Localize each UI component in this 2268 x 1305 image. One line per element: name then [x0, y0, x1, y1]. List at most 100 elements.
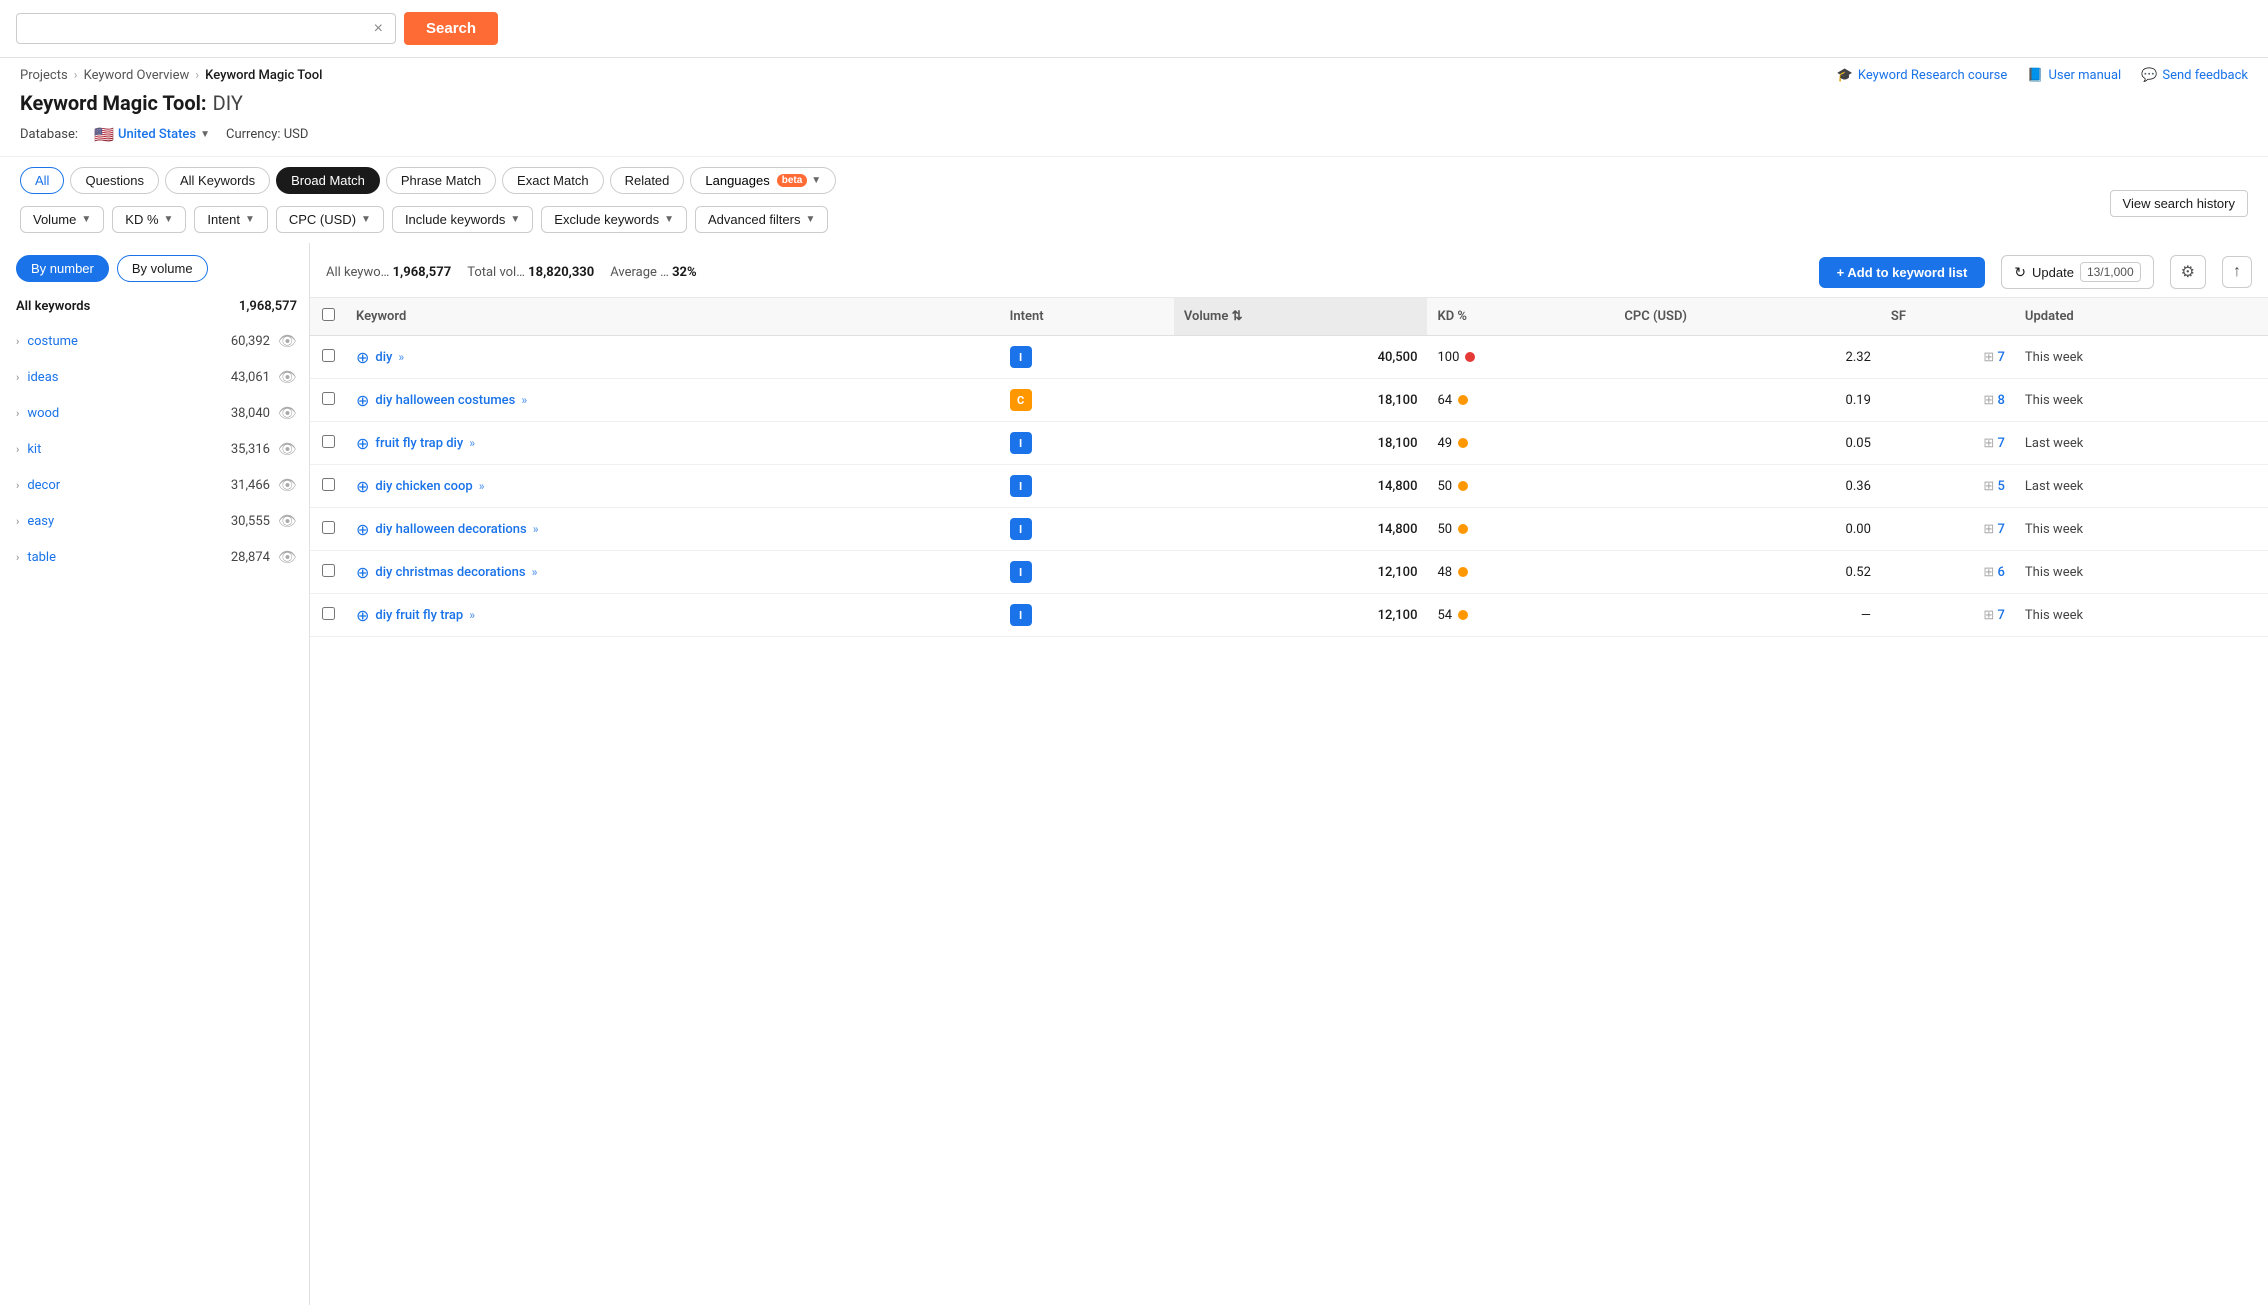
- settings-button[interactable]: ⚙: [2170, 255, 2206, 289]
- sf-value[interactable]: 7: [1998, 608, 2005, 623]
- keyword-link[interactable]: diy halloween decorations: [375, 522, 526, 537]
- export-button[interactable]: ↑: [2222, 256, 2252, 288]
- sort-by-volume-button[interactable]: By volume: [117, 255, 208, 282]
- volume-filter[interactable]: Volume ▼: [20, 206, 104, 233]
- sf-value[interactable]: 8: [1998, 393, 2005, 408]
- row-checkbox[interactable]: [322, 478, 335, 491]
- sidebar-item[interactable]: › table 28,874 👁: [0, 539, 309, 575]
- view-history-button[interactable]: View search history: [2110, 190, 2248, 217]
- add-keyword-icon[interactable]: ⊕: [356, 606, 369, 625]
- tab-all[interactable]: All: [20, 167, 64, 194]
- th-sf[interactable]: SF: [1881, 298, 2015, 336]
- tab-exact-match[interactable]: Exact Match: [502, 167, 604, 194]
- expand-keyword-icon[interactable]: »: [479, 479, 485, 493]
- database-selector[interactable]: 🇺🇸 United States ▼: [94, 125, 210, 144]
- add-keyword-icon[interactable]: ⊕: [356, 391, 369, 410]
- tab-phrase-match[interactable]: Phrase Match: [386, 167, 496, 194]
- sf-value[interactable]: 7: [1998, 522, 2005, 537]
- sf-screenshot-icon[interactable]: ⊞: [1983, 565, 1994, 580]
- sf-screenshot-icon[interactable]: ⊞: [1983, 479, 1994, 494]
- languages-button[interactable]: Languages beta ▼: [690, 167, 836, 194]
- expand-keyword-icon[interactable]: »: [532, 565, 538, 579]
- manual-link[interactable]: 📘 User manual: [2027, 68, 2121, 83]
- keyword-link[interactable]: fruit fly trap diy: [375, 436, 463, 451]
- eye-icon[interactable]: 👁: [278, 368, 297, 386]
- eye-icon[interactable]: 👁: [278, 476, 297, 494]
- th-updated[interactable]: Updated: [2015, 298, 2268, 336]
- sf-screenshot-icon[interactable]: ⊞: [1983, 522, 1994, 537]
- add-to-keyword-list-button[interactable]: + Add to keyword list: [1819, 257, 1986, 288]
- expand-keyword-icon[interactable]: »: [469, 436, 475, 450]
- sf-value[interactable]: 7: [1998, 436, 2005, 451]
- advanced-filters-button[interactable]: Advanced filters ▼: [695, 206, 828, 233]
- breadcrumb-projects[interactable]: Projects: [20, 68, 68, 83]
- add-keyword-icon[interactable]: ⊕: [356, 563, 369, 582]
- row-checkbox[interactable]: [322, 392, 335, 405]
- sort-by-number-button[interactable]: By number: [16, 255, 109, 282]
- breadcrumb-keyword-overview[interactable]: Keyword Overview: [84, 68, 190, 83]
- exclude-keywords-filter[interactable]: Exclude keywords ▼: [541, 206, 687, 233]
- tab-all-keywords[interactable]: All Keywords: [165, 167, 270, 194]
- volume-cell: 18,100: [1174, 379, 1428, 422]
- search-button[interactable]: Search: [404, 12, 498, 45]
- keyword-link[interactable]: diy: [375, 350, 392, 365]
- th-intent[interactable]: Intent: [1000, 298, 1174, 336]
- th-volume[interactable]: Volume ⇅: [1174, 298, 1428, 336]
- kd-filter[interactable]: KD % ▼: [112, 206, 186, 233]
- add-keyword-icon[interactable]: ⊕: [356, 520, 369, 539]
- sf-value[interactable]: 7: [1998, 350, 2005, 365]
- th-kd[interactable]: KD %: [1427, 298, 1614, 336]
- expand-keyword-icon[interactable]: »: [398, 350, 404, 364]
- cpc-filter[interactable]: CPC (USD) ▼: [276, 206, 384, 233]
- eye-icon[interactable]: 👁: [278, 512, 297, 530]
- keyword-link[interactable]: diy chicken coop: [375, 479, 472, 494]
- tab-broad-match[interactable]: Broad Match: [276, 167, 380, 194]
- keyword-link[interactable]: diy fruit fly trap: [375, 608, 463, 623]
- sf-screenshot-icon[interactable]: ⊞: [1983, 436, 1994, 451]
- eye-icon[interactable]: 👁: [278, 548, 297, 566]
- expand-keyword-icon[interactable]: »: [521, 393, 527, 407]
- select-all-checkbox[interactable]: [322, 308, 335, 321]
- th-keyword[interactable]: Keyword: [346, 298, 1000, 336]
- row-checkbox[interactable]: [322, 607, 335, 620]
- sidebar-item[interactable]: › kit 35,316 👁: [0, 431, 309, 467]
- row-checkbox[interactable]: [322, 521, 335, 534]
- sidebar-item[interactable]: › costume 60,392 👁: [0, 323, 309, 359]
- sf-value[interactable]: 6: [1998, 565, 2005, 580]
- intent-filter[interactable]: Intent ▼: [194, 206, 267, 233]
- keyword-link[interactable]: diy christmas decorations: [375, 565, 525, 580]
- main-content: By number By volume All keywords 1,968,5…: [0, 243, 2268, 1305]
- sf-cell: ⊞ 5: [1881, 465, 2015, 508]
- tab-related[interactable]: Related: [610, 167, 685, 194]
- row-checkbox[interactable]: [322, 435, 335, 448]
- row-checkbox[interactable]: [322, 349, 335, 362]
- sidebar-item-right: 38,040 👁: [231, 404, 297, 422]
- sidebar-item[interactable]: › wood 38,040 👁: [0, 395, 309, 431]
- update-button[interactable]: ↻ Update 13/1,000: [2001, 255, 2153, 289]
- sidebar-item[interactable]: › decor 31,466 👁: [0, 467, 309, 503]
- add-keyword-icon[interactable]: ⊕: [356, 348, 369, 367]
- feedback-link[interactable]: 💬 Send feedback: [2141, 68, 2248, 83]
- keyword-link[interactable]: diy halloween costumes: [375, 393, 515, 408]
- sf-screenshot-icon[interactable]: ⊞: [1983, 608, 1994, 623]
- th-cpc[interactable]: CPC (USD): [1614, 298, 1881, 336]
- eye-icon[interactable]: 👁: [278, 440, 297, 458]
- row-checkbox[interactable]: [322, 564, 335, 577]
- add-keyword-icon[interactable]: ⊕: [356, 434, 369, 453]
- expand-keyword-icon[interactable]: »: [469, 608, 475, 622]
- tab-questions[interactable]: Questions: [70, 167, 159, 194]
- clear-button[interactable]: ×: [372, 21, 385, 37]
- expand-keyword-icon[interactable]: »: [533, 522, 539, 536]
- eye-icon[interactable]: 👁: [278, 404, 297, 422]
- include-keywords-filter[interactable]: Include keywords ▼: [392, 206, 533, 233]
- course-link[interactable]: 🎓 Keyword Research course: [1837, 68, 2008, 83]
- sf-screenshot-icon[interactable]: ⊞: [1983, 393, 1994, 408]
- search-input[interactable]: DIY: [27, 20, 364, 37]
- sidebar-all-label: All keywords: [16, 299, 90, 314]
- sidebar-item[interactable]: › easy 30,555 👁: [0, 503, 309, 539]
- sidebar-item[interactable]: › ideas 43,061 👁: [0, 359, 309, 395]
- sf-screenshot-icon[interactable]: ⊞: [1983, 350, 1994, 365]
- add-keyword-icon[interactable]: ⊕: [356, 477, 369, 496]
- sf-value[interactable]: 5: [1998, 479, 2005, 494]
- eye-icon[interactable]: 👁: [278, 332, 297, 350]
